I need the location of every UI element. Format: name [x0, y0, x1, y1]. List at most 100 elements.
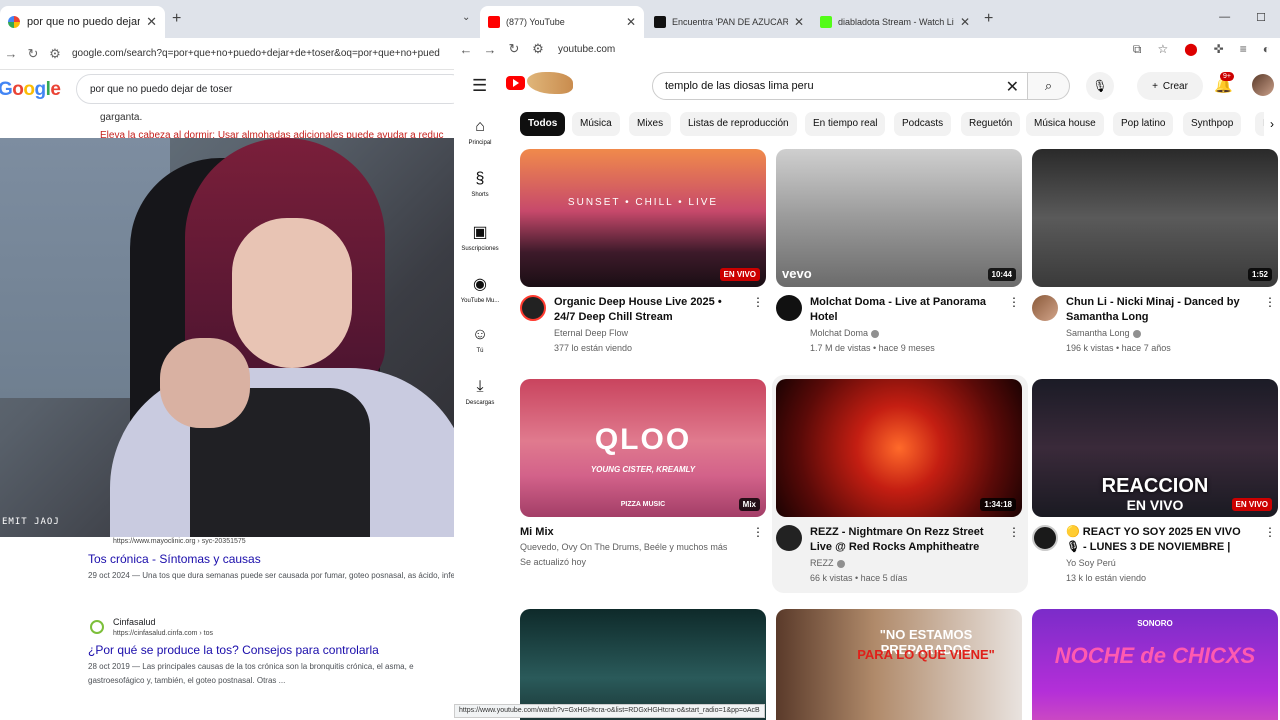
channel-avatar[interactable]	[1032, 525, 1058, 551]
reload-icon[interactable]: ↻	[502, 41, 526, 57]
channel-name[interactable]: Yo Soy Perú	[1066, 558, 1276, 568]
channel-name: Samantha Long	[1066, 328, 1130, 338]
forward-icon[interactable]: →	[0, 46, 22, 61]
microphone-icon[interactable]: 🎙	[1086, 72, 1114, 100]
tab-search-icon[interactable]: ⌄	[462, 12, 470, 23]
avatar[interactable]	[1252, 74, 1274, 96]
video-title[interactable]: 🟡 REACT YO SOY 2025 EN VIVO 🎙 - LUNES 3 …	[1066, 525, 1256, 555]
bookmark-star-icon[interactable]: ☆	[1157, 42, 1168, 57]
chip-pop-latino[interactable]: Pop latino	[1113, 112, 1174, 136]
video-thumbnail[interactable]: SONORO NOCHE de CHICXS	[1032, 609, 1278, 720]
new-tab-icon[interactable]: +	[984, 10, 993, 28]
clear-search-icon[interactable]: ✕	[1006, 77, 1019, 97]
video-title[interactable]: Chun Li - Nicki Minaj - Danced by Samant…	[1066, 295, 1256, 325]
maximize-icon[interactable]: ☐	[1256, 11, 1266, 24]
new-tab-icon[interactable]: +	[172, 10, 181, 28]
more-options-icon[interactable]: ⋮	[1264, 295, 1276, 309]
cinfa-favicon	[90, 620, 104, 634]
sidebar-item-tu[interactable]: ☺ Tú	[454, 326, 506, 354]
site-info-icon[interactable]: ⚙	[526, 41, 550, 57]
extension-icon[interactable]: ⬤	[1184, 42, 1197, 57]
sidebar-item-descargas[interactable]: ⤓ Descargas	[454, 378, 506, 406]
youtube-header: ☰ templo de las diosas lima peru ✕ ⌕ 🎙 +…	[454, 64, 1280, 108]
back-icon[interactable]: ←	[454, 42, 478, 57]
channel-avatar[interactable]	[1032, 295, 1058, 321]
chip-listas[interactable]: Listas de reproducción	[680, 112, 797, 136]
result-snippet: 29 oct 2024 — Una tos que dura semanas p…	[88, 571, 460, 580]
video-card-hovered[interactable]: 1:34:18 REZZ - Nightmare On Rezz Street …	[772, 375, 1028, 593]
sidebar-item-principal[interactable]: ⌂ Principal	[454, 118, 506, 146]
close-tab-icon[interactable]: ✕	[626, 15, 636, 29]
media-icon[interactable]: ≡	[1240, 42, 1247, 57]
channel-row[interactable]: REZZ	[810, 558, 1020, 568]
tab-youtube[interactable]: (877) YouTube ✕	[480, 6, 644, 38]
chip-musica-house[interactable]: Música house	[1026, 112, 1104, 136]
chip-synthpop[interactable]: Synthpop	[1183, 112, 1242, 136]
chip-en-tiempo-real[interactable]: En tiempo real	[805, 112, 886, 136]
video-thumbnail[interactable]: 1:34:18	[776, 379, 1022, 517]
vevo-logo: vevo	[782, 266, 812, 281]
video-thumbnail[interactable]: SUNSET • CHILL • LIVE EN VIVO	[520, 149, 766, 287]
chip-podcasts[interactable]: Podcasts	[894, 112, 952, 136]
video-thumbnail[interactable]: "NO ESTAMOS PREPARADOS PARA LO QUE VIENE…	[776, 609, 1022, 720]
video-meta: Se actualizó hoy	[520, 557, 587, 567]
youtube-icon	[488, 16, 500, 28]
result-title[interactable]: ¿Por qué se produce la tos? Consejos par…	[88, 643, 379, 657]
video-title[interactable]: Mi Mix	[520, 525, 710, 540]
chip-regueton[interactable]: Reguetón	[961, 112, 1021, 136]
video-thumbnail[interactable]: vevo 10:44	[776, 149, 1022, 287]
tab-kick[interactable]: diabladota Stream - Watch Live ✕	[812, 6, 978, 38]
video-thumbnail[interactable]: REACCION EN VIVO EN VIVO	[1032, 379, 1278, 517]
close-tab-icon[interactable]: ✕	[146, 14, 157, 30]
tab-tiktok[interactable]: Encuentra 'PAN DE AZUCAR D... ✕	[646, 6, 812, 38]
sidebar-item-suscripciones[interactable]: ▣ Suscripciones	[454, 222, 506, 252]
close-tab-icon[interactable]: ✕	[794, 15, 804, 29]
channel-row[interactable]: Samantha Long	[1066, 328, 1276, 338]
google-logo[interactable]: Google	[0, 79, 61, 101]
channel-avatar[interactable]	[776, 525, 802, 551]
url-field[interactable]: google.com/search?q=por+que+no+puedo+dej…	[72, 48, 440, 59]
channel-name[interactable]: Eternal Deep Flow	[554, 328, 764, 338]
video-title[interactable]: REZZ - Nightmare On Rezz Street Live @ R…	[810, 525, 1006, 555]
youtube-logo[interactable]	[506, 76, 525, 90]
channel-avatar[interactable]	[520, 295, 546, 321]
video-title[interactable]: Organic Deep House Live 2025 • 24/7 Deep…	[554, 295, 744, 325]
video-thumbnail[interactable]: QLOO YOUNG CISTER, KREAMLY PIZZA MUSIC M…	[520, 379, 766, 517]
status-bar-url: https://www.youtube.com/watch?v=GxHGHtcr…	[454, 704, 765, 718]
chip-todos[interactable]: Todos	[520, 112, 566, 136]
video-thumbnail[interactable]: 1:52	[1032, 149, 1278, 287]
youtube-doodle[interactable]	[527, 72, 573, 94]
close-tab-icon[interactable]: ✕	[960, 15, 970, 29]
reload-icon[interactable]: ↻	[22, 46, 44, 62]
more-options-icon[interactable]: ⋮	[1008, 295, 1020, 309]
extensions-icon[interactable]: ✜	[1214, 42, 1224, 57]
google-search-input[interactable]: por que no puedo dejar de toser	[76, 74, 460, 104]
youtube-search-input[interactable]: templo de las diosas lima peru ✕	[652, 72, 1028, 100]
toolbar-icons: ⧉ ☆ ⬤ ✜ ≡ ◐	[1133, 42, 1270, 57]
mix-artists: Quevedo, Ovy On The Drums, Beéle y mucho…	[520, 542, 728, 552]
chevron-right-icon[interactable]: ›	[1264, 112, 1280, 136]
webcam-overlay-text: EMIT JAOJ	[2, 517, 60, 527]
more-options-icon[interactable]: ⋮	[752, 295, 764, 309]
hamburger-menu-icon[interactable]: ☰	[472, 76, 487, 96]
more-options-icon[interactable]: ⋮	[752, 525, 764, 539]
create-button[interactable]: + Crear	[1137, 72, 1203, 100]
video-title[interactable]: Molchat Doma - Live at Panorama Hotel	[810, 295, 1000, 325]
cast-icon[interactable]: ⧉	[1133, 42, 1142, 57]
profile-icon[interactable]: ◐	[1263, 42, 1270, 57]
url-field[interactable]: youtube.com	[558, 44, 615, 55]
more-options-icon[interactable]: ⋮	[1264, 525, 1276, 539]
chip-mixes[interactable]: Mixes	[629, 112, 672, 136]
sidebar-item-shorts[interactable]: § Shorts	[454, 170, 506, 198]
sidebar-item-youtube-music[interactable]: ◉ YouTube Mu...	[454, 274, 506, 304]
site-info-icon[interactable]: ⚙	[44, 46, 66, 62]
chip-musica[interactable]: Música	[572, 112, 620, 136]
more-options-icon[interactable]: ⋮	[1008, 525, 1020, 539]
forward-icon[interactable]: →	[478, 42, 502, 57]
tab-google-search[interactable]: por que no puedo dejar de tos ✕	[0, 6, 165, 38]
search-button-icon[interactable]: ⌕	[1028, 72, 1070, 100]
channel-row[interactable]: Molchat Doma	[810, 328, 1020, 338]
channel-avatar[interactable]	[776, 295, 802, 321]
minimize-icon[interactable]: —	[1219, 11, 1230, 24]
result-title[interactable]: Tos crónica - Síntomas y causas	[88, 552, 261, 566]
